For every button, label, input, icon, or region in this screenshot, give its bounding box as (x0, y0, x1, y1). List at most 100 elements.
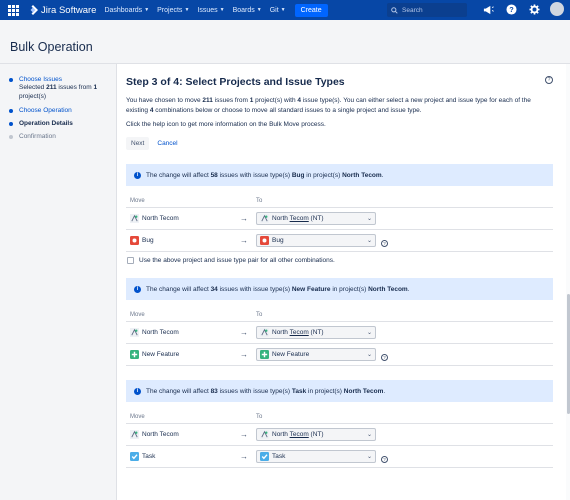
step-indicator (9, 78, 13, 82)
nav-icons: ? (481, 2, 564, 16)
info-icon: i (134, 171, 141, 179)
step-choose-operation-link[interactable]: Choose Operation (19, 107, 72, 114)
page-scrollbar[interactable] (566, 64, 570, 500)
target-issue-type-select[interactable]: Bug ⌄ (256, 234, 376, 247)
main-content: ? Step 3 of 4: Select Projects and Issue… (117, 64, 570, 500)
step-operation-details-label: Operation Details (19, 120, 73, 127)
cancel-link[interactable]: Cancel (157, 140, 177, 147)
move-group-new-feature: i The change will affect 34 issues with … (126, 278, 554, 366)
help-icon[interactable]: ? (504, 2, 518, 16)
target-project-value: North Tecom (NT) (272, 329, 324, 336)
new-feature-icon (130, 350, 139, 359)
from-issue-type: Task (142, 453, 156, 460)
search-placeholder: Search (402, 6, 423, 14)
target-project-select[interactable]: North Tecom (NT) ⌄ (256, 212, 376, 225)
from-project: North Tecom (142, 215, 179, 222)
target-project-select[interactable]: North Tecom (NT) ⌄ (256, 428, 376, 441)
page-title: Bulk Operation (10, 40, 93, 54)
nav-boards-label: Boards (232, 6, 255, 14)
settings-gear-icon[interactable] (527, 2, 541, 16)
project-avatar-icon (260, 214, 269, 223)
column-to: To (252, 195, 553, 208)
page-header: Bulk Operation (0, 20, 570, 64)
step-indicator (9, 135, 13, 139)
column-to: To (252, 411, 553, 424)
help-icon[interactable]: ? (545, 76, 553, 84)
from-issue-type: Bug (142, 237, 154, 244)
step-operation-details: Operation Details (9, 120, 116, 127)
info-banner: i The change will affect 34 issues with … (126, 278, 553, 300)
jira-logo-icon (30, 5, 38, 15)
project-avatar-icon (260, 430, 269, 439)
step-choose-issues-link[interactable]: Choose Issues (19, 76, 62, 83)
column-move: Move (126, 309, 236, 322)
chevron-down-icon: ▼ (280, 7, 286, 13)
task-icon (260, 452, 269, 461)
chevron-down-icon: ⌄ (366, 432, 372, 438)
search-input[interactable]: Search (387, 3, 467, 17)
create-button[interactable]: Create (294, 3, 328, 17)
target-issue-type-select[interactable]: Task ⌄ (256, 450, 376, 463)
info-text: The change will affect 58 issues with is… (146, 171, 384, 179)
nav-projects-label: Projects (157, 6, 183, 14)
bug-icon (130, 236, 139, 245)
svg-text:?: ? (509, 4, 514, 13)
chevron-down-icon: ⌄ (366, 352, 372, 358)
question-icon[interactable]: ? (381, 455, 388, 463)
move-table: Move To North Tecom → North Tecom (NT) ⌄ B… (126, 195, 553, 252)
table-row: Task → Task ⌄? (126, 445, 553, 468)
search-icon (391, 6, 398, 14)
chevron-down-icon: ▼ (144, 7, 150, 13)
info-icon: i (134, 387, 141, 395)
project-avatar-icon (130, 328, 139, 337)
target-issue-type-value: Task (272, 453, 286, 460)
target-project-select[interactable]: North Tecom (NT) ⌄ (256, 326, 376, 339)
target-project-value: North Tecom (NT) (272, 431, 324, 438)
question-icon[interactable]: ? (381, 353, 388, 361)
product-logo[interactable]: Jira Software (28, 5, 96, 16)
step-choose-operation: Choose Operation (9, 107, 116, 114)
column-move: Move (126, 411, 236, 424)
notifications-megaphone-icon[interactable] (481, 2, 495, 16)
info-banner: i The change will affect 83 issues with … (126, 380, 553, 402)
app-switcher-icon[interactable] (6, 3, 20, 17)
nav-issues[interactable]: Issues ▼ (197, 7, 224, 14)
bug-icon (260, 236, 269, 245)
arrow-icon: → (236, 343, 252, 366)
nav-git-label: Git (269, 6, 279, 14)
top-navigation: Jira Software Dashboards ▼ Projects ▼ Issu… (0, 0, 570, 20)
arrow-icon: → (236, 321, 252, 344)
apply-all-checkbox[interactable] (127, 257, 134, 264)
nav-dashboards[interactable]: Dashboards ▼ (104, 7, 149, 14)
target-issue-type-value: Bug (272, 237, 284, 244)
form-actions: Next Cancel (126, 137, 554, 150)
user-avatar[interactable] (550, 2, 564, 16)
step-heading: Step 3 of 4: Select Projects and Issue T… (126, 76, 345, 88)
target-project-value: North Tecom (NT) (272, 215, 324, 222)
chevron-down-icon: ▼ (184, 7, 190, 13)
from-issue-type: New Feature (142, 351, 180, 358)
target-issue-type-select[interactable]: New Feature ⌄ (256, 348, 376, 361)
step-indicator (9, 122, 13, 126)
table-row: North Tecom → North Tecom (NT) ⌄ (126, 423, 553, 446)
new-feature-icon (260, 350, 269, 359)
next-button[interactable]: Next (126, 137, 150, 150)
help-hint: Click the help icon to get more informat… (126, 121, 326, 128)
target-issue-type-value: New Feature (272, 351, 310, 358)
step-choose-issues: Choose Issues Selected 211 issues from 1… (9, 76, 116, 101)
question-icon[interactable]: ? (381, 239, 388, 247)
nav-dashboards-label: Dashboards (104, 6, 143, 14)
info-icon: i (134, 285, 141, 293)
chevron-down-icon: ⌄ (366, 454, 372, 460)
arrow-icon: → (236, 229, 252, 252)
step-confirmation-label: Confirmation (19, 133, 56, 140)
nav-projects[interactable]: Projects ▼ (157, 7, 189, 14)
from-project: North Tecom (142, 431, 179, 438)
project-avatar-icon (130, 214, 139, 223)
nav-git[interactable]: Git ▼ (270, 7, 286, 14)
chevron-down-icon: ▼ (219, 7, 225, 13)
wizard-steps-sidebar: Choose Issues Selected 211 issues from 1… (0, 64, 117, 500)
nav-boards[interactable]: Boards ▼ (233, 7, 262, 14)
table-row: New Feature → New Feature ⌄? (126, 343, 553, 366)
table-row: North Tecom → North Tecom (NT) ⌄ (126, 207, 553, 230)
